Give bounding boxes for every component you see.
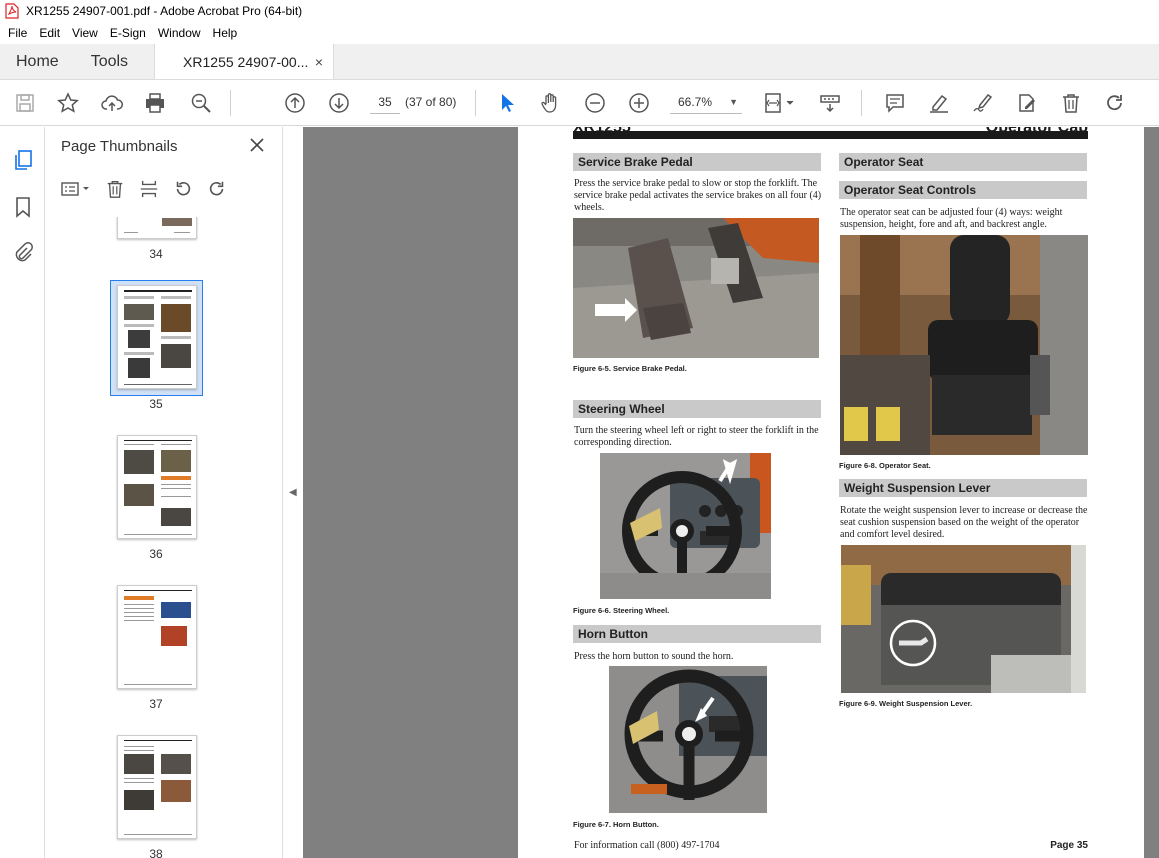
section-body: The operator seat can be adjusted four (…	[840, 207, 1063, 230]
menu-file[interactable]: File	[2, 26, 33, 40]
window-title: XR1255 24907-001.pdf - Adobe Acrobat Pro…	[26, 4, 303, 18]
save-icon[interactable]	[13, 91, 37, 115]
page-thumbnails-panel: Page Thumbnails 34 35 36 37 38	[45, 127, 321, 858]
figure-steering-wheel-photo	[600, 453, 771, 599]
upload-cloud-icon[interactable]	[100, 91, 124, 115]
page-header-bar	[573, 131, 1088, 139]
thumbnail-page-label: 35	[149, 397, 163, 411]
previous-page-icon[interactable]	[283, 91, 307, 115]
section-heading: Steering Wheel	[573, 400, 821, 418]
document-viewer[interactable]: XR1255 Operator Cab Service Brake Pedal …	[303, 127, 1159, 858]
zoom-level-select[interactable]: 66.7% ▼	[670, 90, 742, 114]
section-body: Rotate the weight suspension lever to in…	[840, 505, 1088, 540]
section-heading: Weight Suspension Lever	[839, 479, 1087, 497]
next-page-icon[interactable]	[327, 91, 351, 115]
toolbar-separator	[475, 90, 476, 116]
bookmark-icon[interactable]	[11, 195, 35, 219]
page-thumbnail[interactable]	[117, 217, 197, 239]
chevron-down-icon: ▼	[729, 97, 738, 107]
star-icon[interactable]	[56, 91, 80, 115]
thumbnail-page-label: 37	[149, 697, 163, 711]
pdf-page: XR1255 Operator Cab Service Brake Pedal …	[518, 127, 1144, 858]
rotate-clockwise-icon[interactable]	[205, 177, 229, 201]
figure-horn-button-photo	[609, 666, 767, 813]
page-footer-number: Page 35	[1050, 840, 1088, 851]
page-thumbnail[interactable]	[117, 735, 197, 839]
figure-caption: Figure 6-7. Horn Button.	[573, 820, 659, 829]
page-count-label: (37 of 80)	[405, 95, 457, 109]
menu-view[interactable]: View	[66, 26, 104, 40]
title-bar: XR1255 24907-001.pdf - Adobe Acrobat Pro…	[0, 0, 1159, 22]
section-body: Press the service brake pedal to slow or…	[574, 178, 822, 213]
menu-bar: File Edit View E-Sign Window Help	[0, 22, 1159, 44]
page-thumbnail[interactable]	[117, 285, 197, 389]
figure-caption: Figure 6-9. Weight Suspension Lever.	[839, 699, 973, 708]
section-heading: Service Brake Pedal	[573, 153, 821, 171]
left-navigation-rail	[0, 127, 45, 858]
toolbar-separator	[230, 90, 231, 116]
zoom-search-icon[interactable]	[189, 91, 213, 115]
draw-signature-icon[interactable]	[971, 91, 995, 115]
crop-pages-icon[interactable]	[137, 177, 161, 201]
print-icon[interactable]	[143, 91, 167, 115]
tab-tools[interactable]: Tools	[75, 44, 144, 79]
highlight-pen-icon[interactable]	[927, 91, 951, 115]
comment-icon[interactable]	[883, 91, 907, 115]
menu-edit[interactable]: Edit	[33, 26, 66, 40]
menu-esign[interactable]: E-Sign	[104, 26, 152, 40]
page-footer-contact: For information call (800) 497-1704	[574, 840, 720, 851]
section-body: Turn the steering wheel left or right to…	[574, 425, 819, 448]
figure-brake-pedal-photo	[573, 218, 819, 358]
figure-caption: Figure 6-6. Steering Wheel.	[573, 606, 670, 615]
page-fit-dropdown-icon[interactable]	[762, 91, 798, 115]
section-heading: Operator Seat	[839, 153, 1087, 171]
tab-home[interactable]: Home	[0, 44, 75, 79]
figure-caption: Figure 6-5. Service Brake Pedal.	[573, 364, 687, 373]
thumbnail-page-label: 36	[149, 547, 163, 561]
acrobat-pdf-icon	[4, 3, 20, 19]
attachment-paperclip-icon[interactable]	[11, 240, 35, 264]
section-subheading: Operator Seat Controls	[839, 181, 1087, 199]
figure-operator-seat-photo	[840, 235, 1088, 455]
select-cursor-icon[interactable]	[495, 91, 519, 115]
tab-bar: Home Tools XR1255 24907-00... ×	[0, 44, 1159, 80]
rotate-counterclockwise-icon[interactable]	[171, 177, 195, 201]
edit-pdf-icon[interactable]	[1015, 91, 1039, 115]
page-thumbnail[interactable]	[117, 435, 197, 539]
scroll-mode-icon[interactable]	[818, 91, 842, 115]
thumbnail-page-label: 38	[149, 847, 163, 858]
zoom-in-icon[interactable]	[627, 91, 651, 115]
thumbnail-page-label: 34	[149, 247, 163, 261]
hand-tool-icon[interactable]	[539, 91, 563, 115]
figure-caption: Figure 6-8. Operator Seat.	[839, 461, 931, 470]
section-body: Press the horn button to sound the horn.	[574, 651, 734, 662]
delete-page-icon[interactable]	[103, 177, 127, 201]
toolbar	[0, 80, 1159, 126]
section-heading: Horn Button	[573, 625, 821, 643]
options-menu-icon[interactable]	[59, 177, 93, 201]
close-tab-icon[interactable]: ×	[315, 54, 323, 70]
toolbar-separator	[861, 90, 862, 116]
thumbnail-list: 34 35 36 37 38	[45, 217, 267, 858]
collapse-panel-icon[interactable]: ◀	[289, 487, 297, 498]
menu-window[interactable]: Window	[152, 26, 207, 40]
tab-document[interactable]: XR1255 24907-00... ×	[154, 44, 335, 79]
zoom-out-icon[interactable]	[583, 91, 607, 115]
figure-weight-suspension-photo	[841, 545, 1086, 693]
page-thumbnail[interactable]	[117, 585, 197, 689]
zoom-level-value: 66.7%	[678, 95, 713, 109]
panel-title: Page Thumbnails	[61, 138, 178, 155]
page-number-input[interactable]: 35	[370, 90, 400, 114]
delete-trash-icon[interactable]	[1059, 91, 1083, 115]
menu-help[interactable]: Help	[207, 26, 244, 40]
thumbnail-tools	[59, 177, 239, 201]
tab-document-label: XR1255 24907-00...	[183, 53, 309, 70]
page-thumbnails-icon[interactable]	[11, 148, 35, 172]
redo-icon[interactable]	[1103, 91, 1127, 115]
close-panel-icon[interactable]	[249, 137, 265, 153]
